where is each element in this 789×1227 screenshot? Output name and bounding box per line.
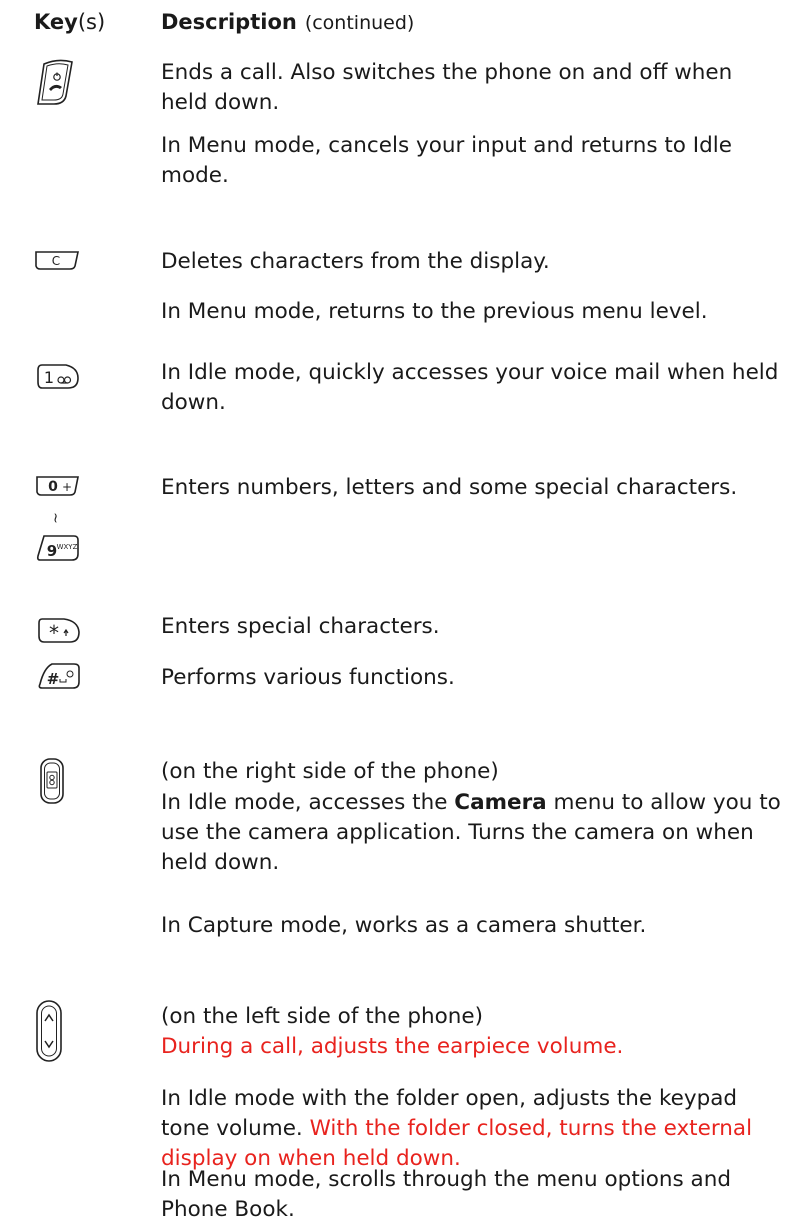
one-voicemail-key-icon: 1	[36, 362, 80, 392]
volume-key-desc-4: In Menu mode, scrolls through the menu o…	[161, 1167, 731, 1222]
number-keys-icon: 0 + ~ 9 WXYZ	[34, 474, 82, 564]
key-header-suffix: (s)	[77, 10, 106, 34]
camera-desc-lead: In Idle mode, accesses the	[161, 790, 455, 815]
description-column-header: Description (continued)	[161, 8, 414, 37]
star-key-desc: Enters special characters.	[161, 614, 440, 639]
zero-key-label: 0	[48, 479, 58, 495]
camera-key-desc-1: (on the right side of the phone)	[161, 759, 499, 784]
key-column-header: Key(s)	[34, 8, 105, 36]
hash-key-desc: Performs various functions.	[161, 665, 455, 690]
camera-side-key-icon	[39, 757, 65, 805]
end-key-desc-2: In Menu mode, cancels your input and ret…	[161, 133, 732, 188]
continued-label: (continued)	[304, 12, 415, 34]
key-header-bold: Key	[34, 10, 78, 34]
number-keys-desc-1: Enters numbers, letters and some special…	[161, 475, 738, 500]
volume-key-desc-1: (on the left side of the phone)	[161, 1004, 484, 1029]
star-key-label: *	[49, 621, 59, 645]
camera-menu-bold: Camera	[454, 790, 547, 815]
wxyz-key-label: WXYZ	[57, 543, 78, 551]
volume-side-key-icon	[35, 999, 63, 1063]
end-call-key-icon	[36, 58, 76, 108]
volume-key-desc-3: In Idle mode with the folder open, adjus…	[161, 1084, 783, 1174]
one-key-label: 1	[44, 368, 54, 387]
c-key-desc-1: Deletes characters from the display.	[161, 249, 550, 274]
camera-key-desc-3: In Capture mode, works as a camera shutt…	[161, 913, 647, 938]
clear-c-key-icon: C	[34, 248, 80, 272]
c-key-label: C	[52, 254, 60, 268]
range-tilde-label: ~	[47, 512, 63, 524]
one-key-desc-1: In Idle mode, quickly accesses your voic…	[161, 360, 779, 415]
end-key-desc-1: Ends a call. Also switches the phone on …	[161, 60, 733, 115]
hash-key-label: #	[47, 670, 60, 688]
plus-key-label: +	[62, 480, 72, 494]
volume-key-desc-2: During a call, adjusts the earpiece volu…	[161, 1034, 624, 1059]
description-header-bold: Description	[161, 10, 297, 34]
camera-key-desc-2: In Idle mode, accesses the Camera menu t…	[161, 788, 783, 878]
star-hash-keys-icon: * #	[36, 616, 82, 692]
c-key-desc-2: In Menu mode, returns to the previous me…	[161, 299, 708, 324]
